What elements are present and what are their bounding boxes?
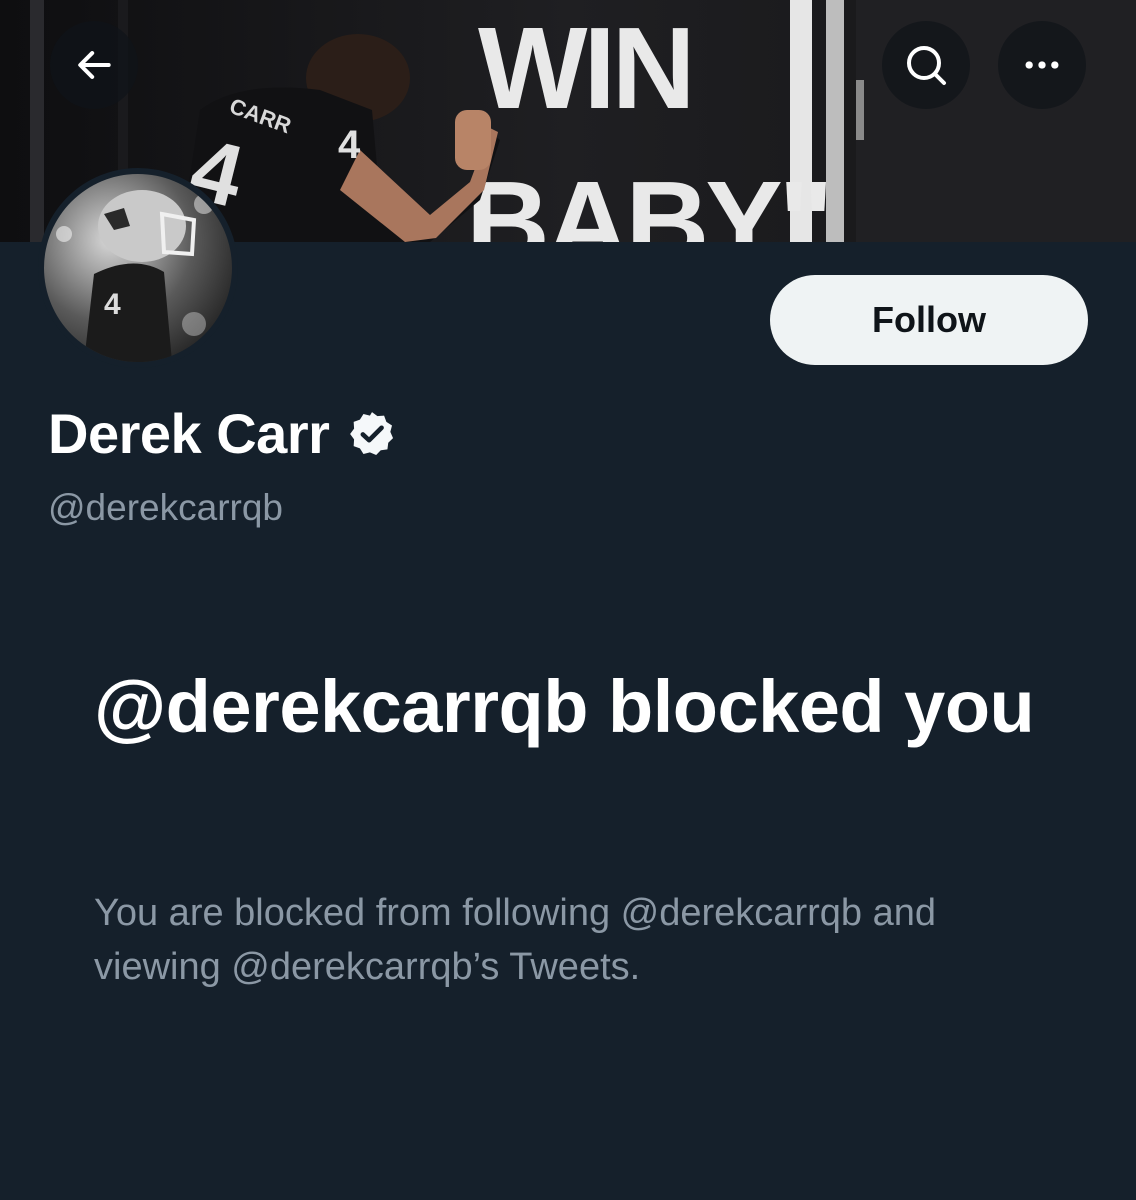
more-horizontal-icon <box>1025 61 1059 69</box>
avatar-image: 4 <box>44 174 232 362</box>
blocked-description: You are blocked from following @derekcar… <box>94 892 936 988</box>
banner-sleeve-number: 4 <box>338 123 361 167</box>
avatar[interactable]: 4 <box>38 168 238 368</box>
avatar-jersey-number: 4 <box>104 288 121 321</box>
banner-wall-text-2: BABY" <box>466 157 830 242</box>
follow-button[interactable]: Follow <box>770 275 1088 365</box>
back-button[interactable] <box>50 21 138 109</box>
blocked-title: @derekcarrqb blocked you <box>94 665 1035 748</box>
verified-badge-icon[interactable] <box>347 409 397 459</box>
more-button[interactable] <box>998 21 1086 109</box>
arrow-left-icon <box>78 51 111 79</box>
display-name: Derek Carr <box>48 402 330 465</box>
search-button[interactable] <box>882 21 970 109</box>
banner-wall-text-1: WIN <box>478 3 692 133</box>
search-icon <box>907 46 946 85</box>
profile-handle: @derekcarrqb <box>48 487 283 528</box>
profile-name-row: Derek Carr <box>48 400 397 468</box>
